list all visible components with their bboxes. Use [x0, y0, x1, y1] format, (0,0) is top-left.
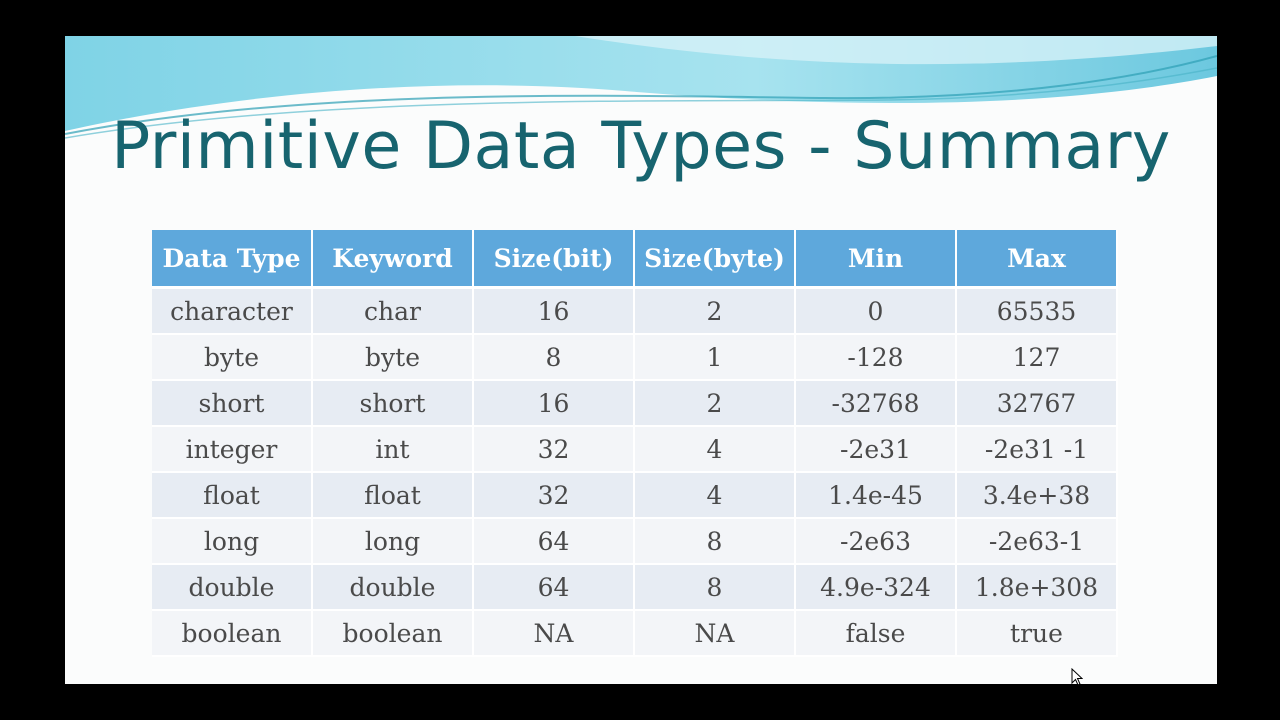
- table-cell: double: [312, 564, 474, 611]
- table-cell: 2: [634, 380, 796, 427]
- table-cell: integer: [152, 426, 313, 473]
- slide: Primitive Data Types - Summary Data Type…: [65, 36, 1217, 684]
- table-row: boolean boolean NA NA false true: [152, 610, 1118, 657]
- table-cell: 8: [634, 564, 796, 611]
- table-cell: 4: [634, 472, 796, 519]
- table-cell: boolean: [152, 610, 313, 657]
- table-row: long long 64 8 -2e63 -2e63-1: [152, 518, 1118, 565]
- table-cell: 1.8e+308: [956, 564, 1118, 611]
- table-cell: -128: [795, 334, 957, 381]
- table-row: short short 16 2 -32768 32767: [152, 380, 1118, 427]
- table-cell: boolean: [312, 610, 474, 657]
- table-cell: char: [312, 287, 474, 335]
- table-cell: float: [312, 472, 474, 519]
- table-cell: 127: [956, 334, 1118, 381]
- table-cell: NA: [473, 610, 635, 657]
- table-cell: short: [312, 380, 474, 427]
- table-cell: 16: [473, 380, 635, 427]
- table-cell: 4: [634, 426, 796, 473]
- table-row: byte byte 8 1 -128 127: [152, 334, 1118, 381]
- table-cell: 0: [795, 287, 957, 335]
- table-cell: byte: [312, 334, 474, 381]
- table-cell: byte: [152, 334, 313, 381]
- table-cell: -2e63: [795, 518, 957, 565]
- table-cell: -2e63-1: [956, 518, 1118, 565]
- table-cell: long: [312, 518, 474, 565]
- table-cell: 4.9e-324: [795, 564, 957, 611]
- header-keyword: Keyword: [312, 230, 474, 289]
- table-row: integer int 32 4 -2e31 -2e31 -1: [152, 426, 1118, 473]
- table-cell: 1: [634, 334, 796, 381]
- table-cell: float: [152, 472, 313, 519]
- table-cell: long: [152, 518, 313, 565]
- table-header-row: Data Type Keyword Size(bit) Size(byte) M…: [152, 230, 1118, 289]
- slide-title: Primitive Data Types - Summary: [111, 109, 1171, 184]
- header-size-bit: Size(bit): [473, 230, 635, 289]
- table-cell: short: [152, 380, 313, 427]
- table-cell: character: [152, 287, 313, 335]
- table-cell: 64: [473, 518, 635, 565]
- table-row: float float 32 4 1.4e-45 3.4e+38: [152, 472, 1118, 519]
- table-cell: 65535: [956, 287, 1118, 335]
- table-cell: 32: [473, 426, 635, 473]
- table-row: character char 16 2 0 65535: [152, 287, 1118, 335]
- table-cell: 8: [473, 334, 635, 381]
- table-cell: double: [152, 564, 313, 611]
- table-cell: 3.4e+38: [956, 472, 1118, 519]
- data-types-table: Data Type Keyword Size(bit) Size(byte) M…: [152, 230, 1118, 657]
- header-max: Max: [956, 230, 1118, 289]
- table-cell: 64: [473, 564, 635, 611]
- table-row: double double 64 8 4.9e-324 1.8e+308: [152, 564, 1118, 611]
- table-cell: 1.4e-45: [795, 472, 957, 519]
- header-size-byte: Size(byte): [634, 230, 796, 289]
- table-cell: 2: [634, 287, 796, 335]
- header-data-type: Data Type: [152, 230, 313, 289]
- table-cell: true: [956, 610, 1118, 657]
- table-cell: false: [795, 610, 957, 657]
- table-cell: int: [312, 426, 474, 473]
- table-cell: 16: [473, 287, 635, 335]
- table-cell: -2e31: [795, 426, 957, 473]
- mouse-pointer-icon: [1071, 668, 1083, 686]
- table-cell: 8: [634, 518, 796, 565]
- header-min: Min: [795, 230, 957, 289]
- table-cell: -32768: [795, 380, 957, 427]
- table-cell: 32: [473, 472, 635, 519]
- table-cell: 32767: [956, 380, 1118, 427]
- table-cell: -2e31 -1: [956, 426, 1118, 473]
- table-cell: NA: [634, 610, 796, 657]
